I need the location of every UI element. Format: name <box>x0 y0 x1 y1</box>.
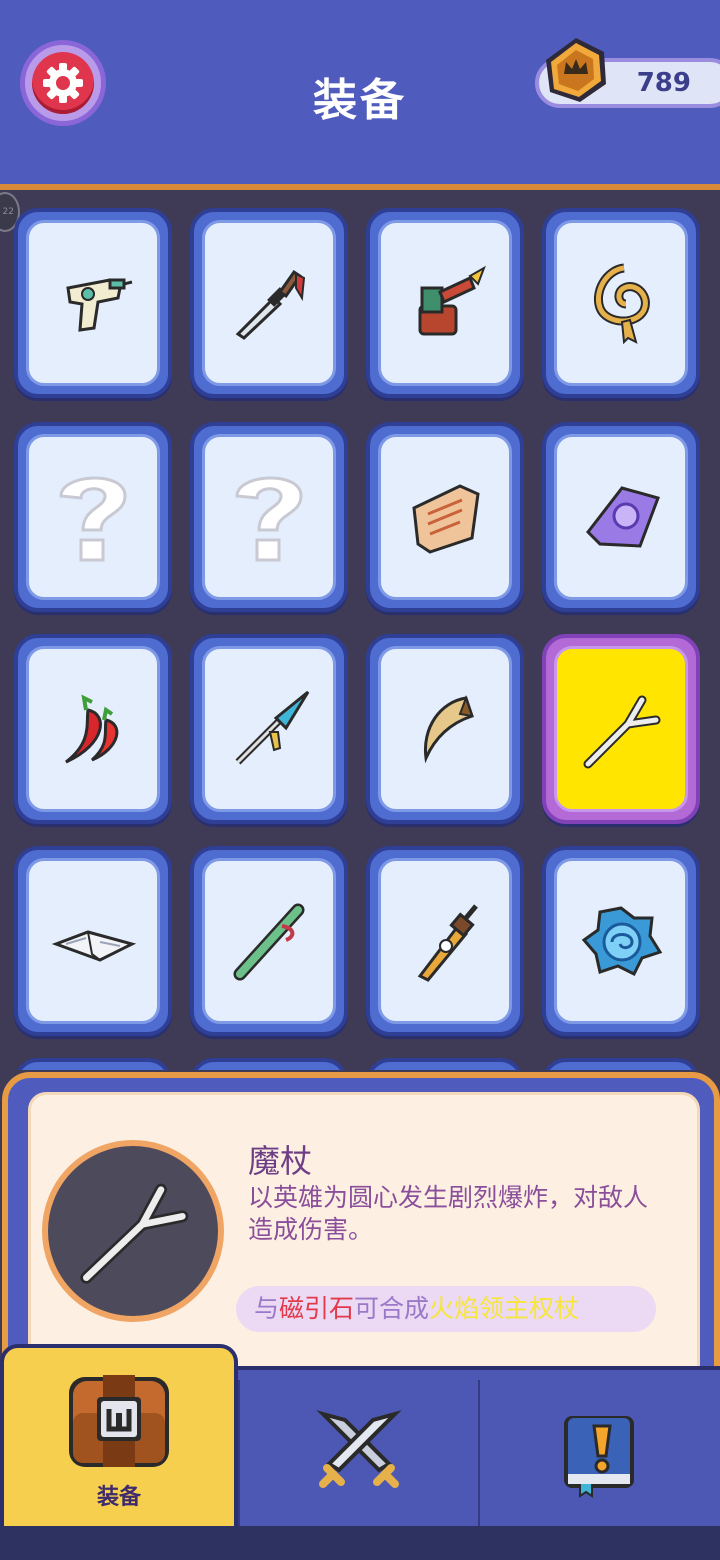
combo-item: 磁引石 <box>279 1294 355 1323</box>
equipment-slot[interactable] <box>14 846 172 1036</box>
crossed-swords-icon <box>316 1410 402 1488</box>
equipment-slot[interactable] <box>366 208 524 398</box>
book-icon <box>26 858 160 1024</box>
tab-equipment-label: 装备 <box>96 1485 141 1510</box>
equipment-slot[interactable] <box>542 208 700 398</box>
tab-quests[interactable] <box>480 1370 720 1530</box>
item-detail-avatar <box>42 1140 224 1322</box>
whip-icon <box>554 220 688 386</box>
combo-hint: 与磁引石可合成火焰领主权杖 <box>236 1286 656 1332</box>
magic-wand-icon <box>80 1183 189 1284</box>
unknown-item-icon <box>26 434 160 600</box>
equipment-slot[interactable] <box>366 846 524 1036</box>
top-bar: 装备 789 <box>0 0 720 190</box>
chili-pepper-icon <box>26 646 160 812</box>
coin-value: 789 <box>636 68 691 98</box>
equipment-slot[interactable] <box>542 422 700 612</box>
magic-wand-icon <box>554 646 688 812</box>
equipment-slot[interactable] <box>190 208 348 398</box>
item-name: 魔杖 <box>248 1142 313 1180</box>
equipment-slot[interactable] <box>366 634 524 824</box>
equipment-slot[interactable] <box>190 634 348 824</box>
claw-icon <box>378 646 512 812</box>
equipment-slot[interactable] <box>14 208 172 398</box>
combo-result: 火焰领主权杖 <box>429 1294 580 1323</box>
treasure-chest-icon <box>69 1375 169 1467</box>
golden-sword-icon <box>378 858 512 1024</box>
equipment-slot[interactable] <box>190 1058 348 1070</box>
equipment-slot[interactable] <box>542 1058 700 1070</box>
tab-equipment[interactable]: 装备 <box>0 1344 238 1530</box>
system-nav-strip <box>0 1526 720 1560</box>
gear-icon <box>32 52 94 114</box>
settings-button[interactable] <box>20 40 106 126</box>
equipment-slot[interactable] <box>542 846 700 1036</box>
tab-battle[interactable] <box>240 1370 478 1530</box>
equipment-slot-locked[interactable] <box>14 422 172 612</box>
page-title: 装备 <box>313 75 407 126</box>
blowtorch-icon <box>378 220 512 386</box>
unknown-item-icon <box>202 434 336 600</box>
crown-coin-icon <box>540 34 612 106</box>
item-description: 以英雄为圆心发生剧烈爆炸，对敌人造成伤害。 <box>248 1183 649 1244</box>
scroll-purple-icon <box>554 434 688 600</box>
blue-orb-icon <box>554 858 688 1024</box>
dagger-icon <box>202 220 336 386</box>
quest-book-icon <box>564 1416 634 1498</box>
equipment-slot[interactable] <box>14 1058 172 1070</box>
combo-middle: 可合成 <box>354 1294 430 1323</box>
equipment-slot-locked[interactable] <box>190 422 348 612</box>
bamboo-flute-icon <box>202 858 336 1024</box>
water-pistol-icon <box>26 220 160 386</box>
combo-prefix: 与 <box>254 1294 280 1323</box>
equipment-grid <box>0 190 720 1070</box>
equipment-slot-selected[interactable] <box>542 634 700 824</box>
equipment-slot[interactable] <box>366 1058 524 1070</box>
equipment-slot[interactable] <box>14 634 172 824</box>
equipment-slot[interactable] <box>366 422 524 612</box>
spear-icon <box>202 646 336 812</box>
equipment-slot[interactable] <box>190 846 348 1036</box>
scroll-orange-icon <box>378 434 512 600</box>
